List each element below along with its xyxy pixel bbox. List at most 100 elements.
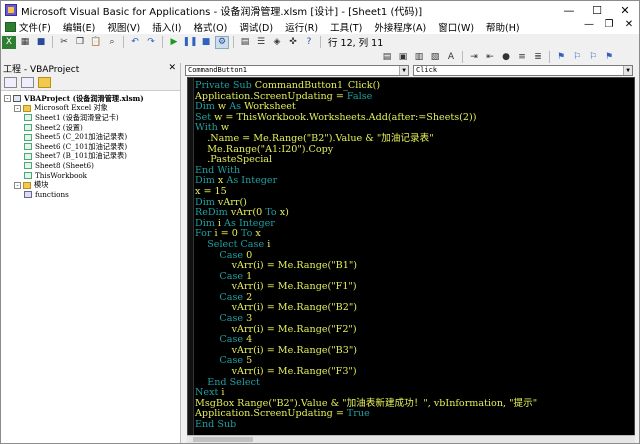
chevron-down-icon[interactable]: ▼ — [399, 65, 408, 75]
tree-node-sheet[interactable]: Sheet6 (C_101加油记录表) — [1, 142, 180, 152]
tree-node-sheet[interactable]: Sheet2 (设置) — [1, 123, 180, 133]
menu-help[interactable]: 帮助(H) — [480, 19, 526, 34]
comment-block-icon[interactable]: ≡ — [515, 50, 529, 63]
tree-node-folder[interactable]: - Microsoft Excel 对象 — [1, 103, 180, 114]
scrollbar-thumb[interactable] — [193, 437, 253, 442]
code-keyword: Case — [195, 313, 247, 325]
sheet-icon — [24, 124, 32, 132]
tree-node-module[interactable]: functions — [1, 190, 180, 200]
code-keyword: As Integer — [224, 217, 275, 229]
object-browser-icon[interactable]: ◈ — [270, 36, 284, 49]
sheet-icon — [24, 143, 32, 151]
toggle-breakpoint-icon[interactable]: ● — [499, 50, 513, 63]
object-combo[interactable]: CommandButton1 ▼ — [185, 64, 409, 76]
menu-addins[interactable]: 外接程序(A) — [368, 19, 432, 34]
break-icon[interactable]: ❚❚ — [182, 36, 197, 49]
tree-node-label: functions — [35, 190, 69, 200]
code-token: 2 — [246, 291, 253, 303]
copy-icon[interactable]: ❐ — [73, 36, 87, 49]
code-token: x) — [279, 207, 289, 219]
sheet-icon — [24, 152, 32, 160]
tree-node-sheet[interactable]: Sheet7 (B_101加油记录表) — [1, 151, 180, 162]
mdi-restore-button[interactable]: ❐ — [599, 19, 619, 30]
menu-file[interactable]: 文件(F) — [1, 19, 57, 34]
close-button[interactable]: ✕ — [611, 1, 639, 19]
mdi-close-button[interactable]: ✕ — [619, 19, 639, 30]
minimize-button[interactable]: — — [555, 1, 583, 19]
list-constants-icon[interactable]: ▣ — [396, 50, 410, 63]
code-window-combos: CommandButton1 ▼ Click ▼ — [183, 63, 639, 77]
code-line[interactable]: End Sub — [195, 419, 537, 431]
toggle-bookmark-icon[interactable]: ⚑ — [554, 50, 568, 63]
outdent-icon[interactable]: ⇤ — [483, 50, 497, 63]
tree-expander-icon[interactable]: - — [4, 95, 11, 103]
code-line[interactable]: .PasteSpecial — [195, 154, 537, 166]
redo-icon[interactable]: ↷ — [144, 36, 158, 49]
view-excel-icon[interactable]: X — [2, 35, 16, 49]
code-token: vArr(i) = Me.Range("B2") — [195, 302, 357, 314]
uncomment-block-icon[interactable]: ≣ — [531, 50, 545, 63]
toggle-folders-icon[interactable] — [38, 76, 51, 88]
toolbar-separator — [462, 50, 463, 63]
tree-node-sheet[interactable]: ThisWorkbook — [1, 171, 180, 181]
indent-icon[interactable]: ⇥ — [467, 50, 481, 63]
paste-icon[interactable]: 📋 — [89, 36, 103, 49]
code-token: 4 — [246, 334, 253, 346]
tree-node-label: VBAProject (设备润滑管理.xlsm) — [24, 93, 144, 103]
view-code-icon[interactable] — [4, 76, 17, 88]
menu-debug[interactable]: 调试(D) — [233, 19, 279, 34]
tree-node-project[interactable]: - VBAProject (设备润滑管理.xlsm) — [1, 94, 180, 104]
complete-word-icon[interactable]: A — [444, 50, 458, 63]
code-text[interactable]: Private Sub CommandButton1_Click() Applic… — [195, 80, 537, 431]
menu-format[interactable]: 格式(O) — [187, 19, 233, 34]
menu-edit[interactable]: 编辑(E) — [57, 19, 101, 34]
tree-node-folder[interactable]: - 模块 — [1, 180, 180, 190]
chevron-down-icon[interactable]: ▼ — [623, 65, 632, 75]
tree-expander-icon[interactable]: - — [14, 181, 21, 189]
code-editor[interactable]: Private Sub CommandButton1_Click() Applic… — [187, 77, 635, 443]
title-bar: Microsoft Visual Basic for Applications … — [1, 1, 639, 19]
tree-node-sheet[interactable]: Sheet1 (设备润滑登记卡) — [1, 113, 180, 123]
tree-node-sheet[interactable]: Sheet5 (C_201加油记录表) — [1, 132, 180, 142]
clear-bookmarks-icon[interactable]: ⚑ — [602, 50, 616, 63]
code-line[interactable]: Application.ScreenUpdating = True — [195, 409, 537, 420]
menu-insert[interactable]: 插入(I) — [146, 19, 187, 34]
horizontal-scrollbar[interactable] — [187, 435, 635, 443]
code-token: w = ThisWorkbook.Worksheets.Add(after:=S… — [214, 111, 477, 123]
design-mode-icon[interactable]: ⚙ — [215, 35, 229, 49]
reset-icon[interactable]: ■ — [199, 36, 213, 49]
code-keyword: True — [346, 408, 370, 420]
tree-expander-icon[interactable]: - — [14, 104, 21, 112]
toolbox-icon[interactable]: ✜ — [286, 36, 300, 49]
list-properties-icon[interactable]: ▤ — [380, 50, 394, 63]
code-token: 5 — [246, 355, 253, 367]
code-line[interactable]: Dim x As Integer — [195, 176, 537, 187]
cut-icon[interactable]: ✂ — [57, 36, 71, 49]
tree-node-sheet[interactable]: Sheet8 (Sheet6) — [1, 161, 180, 171]
parameter-info-icon[interactable]: ▧ — [428, 50, 442, 63]
margin-indicator-bar[interactable] — [188, 78, 194, 442]
next-bookmark-icon[interactable]: ⚐ — [570, 50, 584, 63]
toolbar-separator — [549, 50, 550, 63]
maximize-button[interactable]: ☐ — [583, 1, 611, 19]
procedure-combo[interactable]: Click ▼ — [413, 64, 633, 76]
project-explorer-close-button[interactable]: ✕ — [168, 63, 176, 73]
properties-icon[interactable]: ☰ — [254, 36, 268, 49]
undo-icon[interactable]: ↶ — [128, 36, 142, 49]
view-object-icon[interactable] — [21, 76, 34, 88]
help-icon[interactable]: ? — [302, 36, 316, 49]
run-icon[interactable]: ▶ — [167, 36, 181, 49]
insert-userform-icon[interactable]: ▦ — [18, 36, 32, 49]
code-line[interactable]: End Select — [195, 377, 537, 389]
save-icon[interactable]: ■ — [34, 36, 48, 49]
previous-bookmark-icon[interactable]: ⚐ — [586, 50, 600, 63]
mdi-minimize-button[interactable]: — — [579, 19, 599, 30]
menu-run[interactable]: 运行(R) — [279, 19, 324, 34]
menu-view[interactable]: 视图(V) — [101, 19, 146, 34]
quick-info-icon[interactable]: ▥ — [412, 50, 426, 63]
code-line[interactable]: Set w = ThisWorkbook.Worksheets.Add(afte… — [195, 111, 537, 124]
project-explorer-icon[interactable]: ▤ — [238, 36, 252, 49]
find-icon[interactable]: ⌕ — [105, 36, 119, 49]
menu-window[interactable]: 窗口(W) — [432, 19, 480, 34]
menu-tools[interactable]: 工具(T) — [324, 19, 368, 34]
